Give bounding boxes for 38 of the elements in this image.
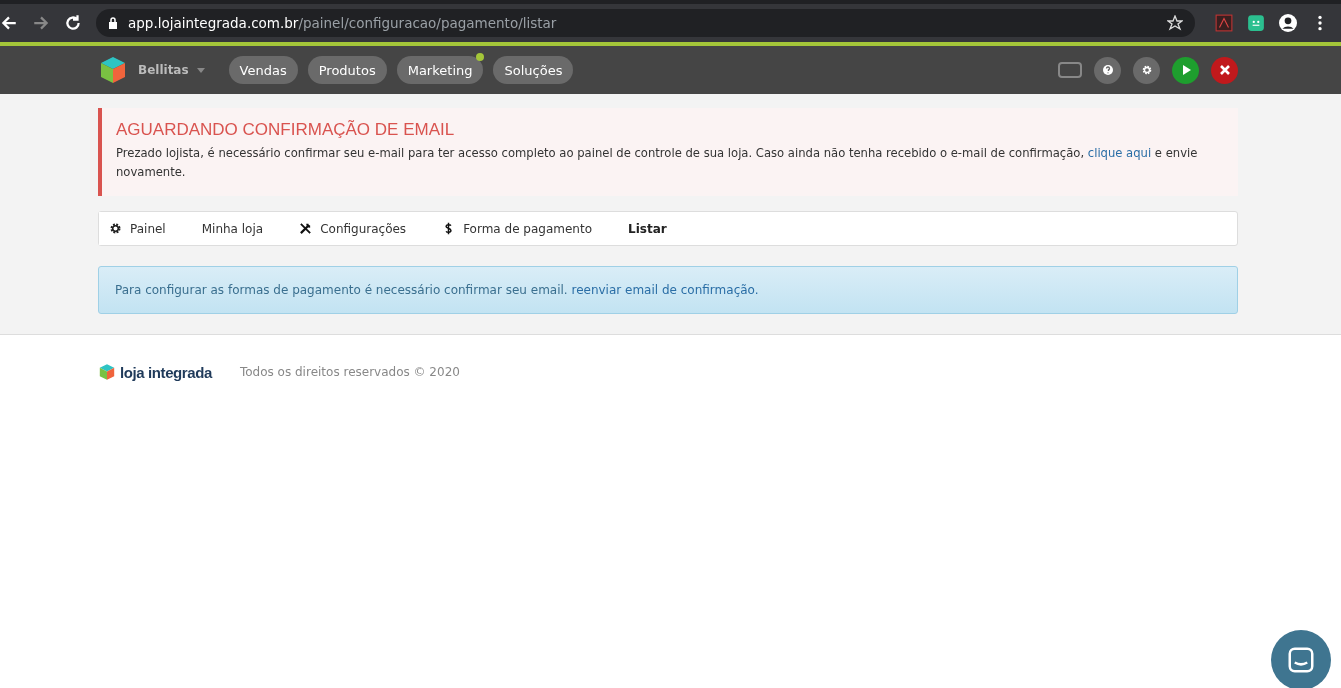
alert-message: Prezado lojista, é necessário confirmar seu e-mail para ter acesso completo ao painel de controle de sua loja. Caso ainda não tenha recebido o e-mail de confirmação, clique aqui e envie novamente. <box>116 145 1199 181</box>
copyright-text: Todos os direitos reservados © 2020 <box>239 365 460 379</box>
url-host: app.lojaintegrada.com.br <box>128 15 299 31</box>
settings-button[interactable] <box>1133 56 1160 84</box>
gear-icon <box>1140 64 1153 76</box>
caret-icon[interactable] <box>196 67 205 73</box>
extension-icon[interactable] <box>1247 14 1265 32</box>
nav-button[interactable]: Produtos <box>307 56 387 84</box>
info-message: Para configurar as formas de pagamento é necessário confirmar seu email. reenviar email de confirmação. <box>115 283 760 297</box>
footer-logo-text[interactable]: loja integrada <box>120 363 212 381</box>
alert-title: AGUARDANDO CONFIRMAÇÃO DE EMAIL <box>116 120 456 140</box>
nav-button[interactable]: Vendas <box>228 56 298 84</box>
reload-icon[interactable] <box>64 14 82 32</box>
address-bar[interactable]: app.lojaintegrada.com.br/painel/configuracao/pagamento/listar <box>96 9 1195 37</box>
pdf-extension-icon[interactable] <box>1215 14 1233 32</box>
tools-icon <box>299 222 313 235</box>
nav-button[interactable]: Soluções <box>493 56 574 84</box>
back-icon[interactable] <box>0 14 18 32</box>
cube-logo-icon <box>98 363 116 381</box>
close-icon <box>1218 64 1231 76</box>
url-path: /painel/configuracao/pagamento/listar <box>298 15 557 31</box>
resend-link[interactable]: clique aqui <box>1087 146 1152 160</box>
chat-button[interactable] <box>1271 630 1331 688</box>
forward-icon[interactable] <box>32 14 50 32</box>
help-button[interactable] <box>1094 56 1121 84</box>
store-name[interactable]: Bellitas <box>138 63 189 77</box>
star-icon[interactable] <box>1167 15 1183 31</box>
resend-email-link[interactable]: reenviar email de confirmação. <box>571 283 759 297</box>
help-icon <box>1101 64 1114 76</box>
play-button[interactable] <box>1172 56 1199 84</box>
cube-logo-icon[interactable] <box>98 55 128 85</box>
lock-icon <box>108 17 118 29</box>
chat-icon <box>1286 645 1316 675</box>
screen-icon[interactable] <box>1058 62 1082 78</box>
nav-button[interactable]: Marketing <box>396 56 484 84</box>
profile-icon[interactable] <box>1279 14 1297 32</box>
gear-icon <box>109 222 122 235</box>
close-button[interactable] <box>1211 56 1238 84</box>
